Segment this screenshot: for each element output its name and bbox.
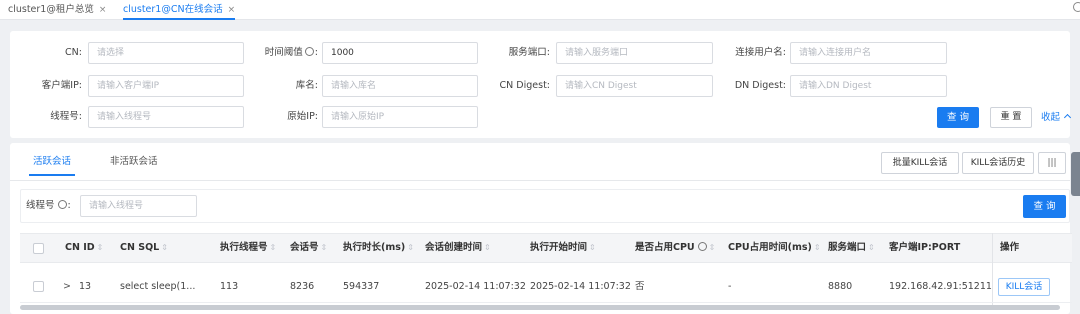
cell-exec-thread: 113 — [220, 281, 239, 292]
sort-icon[interactable]: ⇕ — [484, 243, 491, 252]
kill-history-button[interactable]: KILL会话历史 — [962, 152, 1034, 174]
sort-icon[interactable]: ⇕ — [709, 243, 716, 252]
sort-icon[interactable]: ⇕ — [270, 243, 277, 252]
time-threshold-label: 时间阈值: — [264, 47, 318, 58]
query-button[interactable]: 查 询 — [937, 107, 979, 128]
db-name-input[interactable]: 请输入库名 — [322, 75, 478, 97]
actions-column-divider — [992, 233, 993, 308]
dn-digest-input[interactable]: 请输入DN Digest — [790, 75, 947, 97]
col-exec-start[interactable]: 执行开始时间 ⇕ — [530, 233, 596, 263]
col-session-no[interactable]: 会话号 ⇕ — [290, 233, 327, 263]
dn-digest-label: DN Digest: — [734, 80, 786, 91]
reset-button[interactable]: 重 置 — [990, 107, 1032, 128]
tab-label: cluster1@CN在线会话 — [123, 4, 223, 15]
tab-label: cluster1@租户总览 — [8, 4, 94, 15]
col-cpu-time[interactable]: CPU占用时间(ms) ⇕ — [728, 233, 821, 263]
tab-active-sessions[interactable]: 活跃会话 — [28, 150, 76, 176]
sort-icon[interactable]: ⇕ — [321, 243, 328, 252]
sort-icon[interactable]: ⇕ — [97, 243, 104, 252]
cell-exec-duration: 594337 — [343, 281, 380, 292]
client-ip-input[interactable]: 请输入客户端IP — [88, 75, 244, 97]
help-icon — [304, 47, 314, 56]
tab-divider — [10, 180, 1070, 181]
help-icon — [57, 200, 67, 209]
client-ip-label: 客户端IP: — [41, 80, 82, 91]
col-exec-duration[interactable]: 执行时长(ms) ⇕ — [343, 233, 414, 263]
cn-label: CN: — [65, 47, 82, 58]
cell-session-created: 2025-02-14 11:07:32 — [425, 281, 526, 292]
inner-query-button[interactable]: 查 询 — [1023, 195, 1066, 218]
batch-kill-button[interactable]: 批量KILL会话 — [881, 152, 959, 174]
cell-cpu-used: 否 — [635, 281, 645, 292]
service-port-input[interactable]: 请输入服务端口 — [556, 42, 713, 64]
inner-thread-label: 线程号: — [26, 200, 71, 211]
col-cpu-used[interactable]: 是否占用CPU ⇕ — [635, 233, 715, 263]
sort-icon[interactable]: ⇕ — [814, 243, 821, 252]
sort-icon[interactable]: ⇕ — [407, 243, 414, 252]
cell-session-no: 8236 — [290, 281, 315, 292]
tab-tenant-overview[interactable]: cluster1@租户总览 × — [8, 0, 106, 20]
tab-cn-online-sessions[interactable]: cluster1@CN在线会话 × — [123, 0, 236, 20]
origin-ip-input[interactable]: 请输入原始IP — [322, 106, 478, 128]
row-checkbox[interactable] — [33, 281, 44, 292]
connect-user-input[interactable]: 请输入连接用户名 — [790, 42, 947, 64]
inner-thread-input[interactable]: 请输入线程号 — [80, 195, 197, 217]
cell-cpu-time: - — [728, 281, 732, 292]
sort-icon[interactable]: ⇕ — [589, 243, 596, 252]
col-client-ip-port: 客户端IP:PORT — [889, 242, 961, 253]
kill-session-button[interactable]: KILL会话 — [998, 278, 1050, 296]
row-divider — [20, 302, 1072, 303]
col-cn-sql[interactable]: CN SQL ⇕ — [120, 233, 168, 263]
side-panel-handle[interactable] — [1071, 152, 1080, 196]
collapse-label: 收起 — [1041, 112, 1061, 123]
horizontal-scrollbar[interactable] — [20, 305, 1060, 310]
cell-cn-id: 13 — [79, 281, 92, 292]
col-service-port[interactable]: 服务端口 ⇕ — [828, 233, 875, 263]
thread-no-input[interactable]: 请输入线程号 — [88, 106, 244, 128]
cell-service-port: 8880 — [828, 281, 853, 292]
time-threshold-input[interactable]: 1000 — [322, 42, 478, 64]
cell-client-ip-port: 192.168.42.91:51211 — [889, 281, 992, 292]
connect-user-label: 连接用户名: — [735, 47, 786, 58]
origin-ip-label: 原始IP: — [287, 111, 318, 122]
col-cn-id[interactable]: CN ID ⇕ — [65, 233, 103, 263]
expand-row-icon[interactable]: > — [63, 272, 71, 302]
chevron-up-icon — [1063, 113, 1072, 122]
help-icon — [697, 242, 707, 251]
cn-digest-input[interactable]: 请输入CN Digest — [556, 75, 713, 97]
cell-exec-start: 2025-02-14 11:07:32 — [530, 281, 631, 292]
close-icon[interactable]: × — [99, 5, 107, 15]
col-session-created[interactable]: 会话创建时间 ⇕ — [425, 233, 491, 263]
settings-icon[interactable] — [1073, 2, 1080, 12]
cell-cn-sql[interactable]: select sleep(1... — [120, 272, 195, 302]
col-actions: 操作 — [1000, 242, 1020, 253]
service-port-label: 服务端口: — [508, 47, 550, 58]
tab-bar: cluster1@租户总览 × cluster1@CN在线会话 × — [0, 0, 1080, 20]
db-name-label: 库名: — [295, 80, 318, 91]
tab-inactive-sessions[interactable]: 非活跃会话 — [110, 150, 158, 174]
cn-select[interactable]: 请选择 — [88, 42, 244, 64]
select-all-checkbox[interactable] — [33, 243, 44, 254]
column-settings-icon[interactable]: ||| — [1038, 152, 1066, 174]
collapse-link[interactable]: 收起 — [1041, 107, 1072, 128]
cn-digest-label: CN Digest: — [499, 80, 550, 91]
close-icon[interactable]: × — [228, 5, 236, 15]
sort-icon[interactable]: ⇕ — [161, 243, 168, 252]
thread-no-label: 线程号: — [50, 111, 82, 122]
col-exec-thread[interactable]: 执行线程号 ⇕ — [220, 233, 276, 263]
sort-icon[interactable]: ⇕ — [868, 243, 875, 252]
